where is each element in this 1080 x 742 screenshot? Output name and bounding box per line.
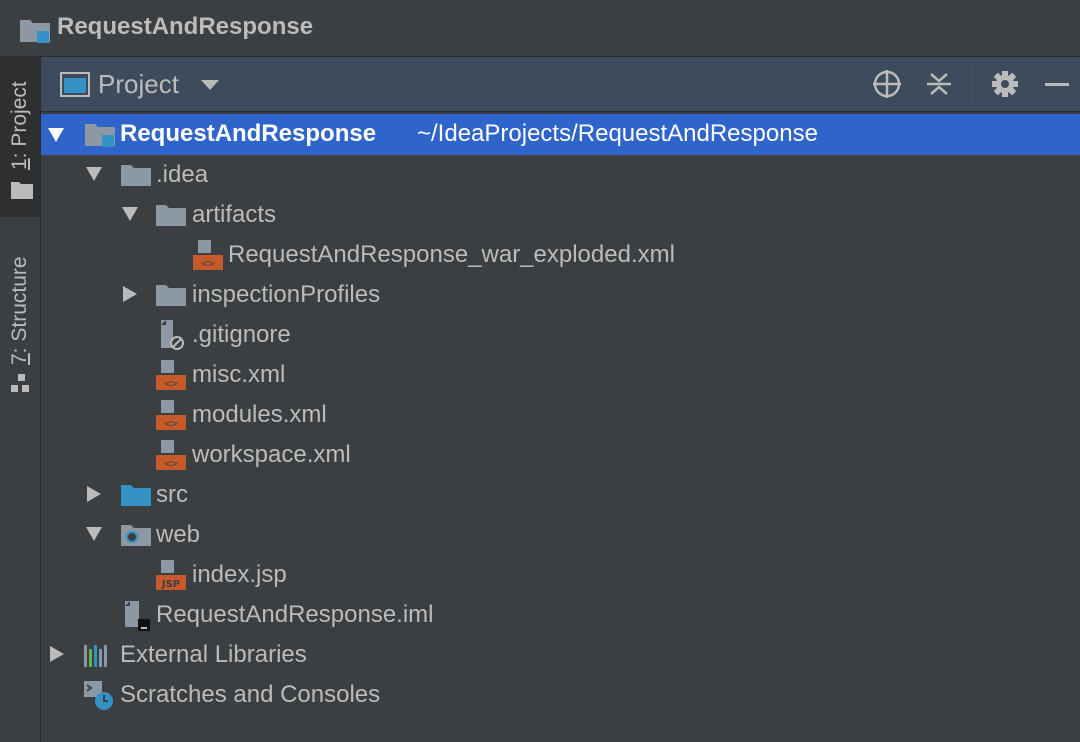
expanded-arrow-icon[interactable] [121,205,139,223]
collapsed-arrow-icon[interactable] [85,485,103,503]
tree-row-gitignore[interactable]: .gitignore [41,315,1080,355]
tree-row-index-jsp[interactable]: JSP index.jsp [41,555,1080,595]
tree-label: RequestAndResponse_war_exploded.xml [228,241,675,268]
window-title: RequestAndResponse [57,13,314,40]
tree-row-iml-file[interactable]: RequestAndResponse.iml [41,595,1080,635]
tab-project-label: : Project [8,81,31,159]
xml-file-icon: <> [193,240,223,270]
folder-icon [121,165,151,186]
collapsed-arrow-icon[interactable] [48,645,66,663]
folder-icon [11,182,33,199]
chevron-down-icon[interactable] [201,80,219,90]
tool-window-strip: 1: Project 7: Structure [0,57,41,742]
collapse-all-icon [927,73,951,95]
tree-row-idea-folder[interactable]: .idea [41,155,1080,195]
project-window-icon [60,72,90,97]
tree-label: .gitignore [192,321,291,348]
project-root-name: RequestAndResponse [120,120,377,147]
xml-file-icon: <> [156,440,186,470]
source-folder-icon [121,485,151,506]
tree-row-modules-xml[interactable]: <> modules.xml [41,395,1080,435]
tree-row-web-folder[interactable]: web [41,515,1080,555]
title-bar: RequestAndResponse [0,0,1080,57]
svg-text:<>: <> [201,257,215,270]
expanded-arrow-icon[interactable] [85,525,103,543]
expanded-arrow-icon[interactable] [47,126,65,144]
tree-row-external-libraries[interactable]: External Libraries [41,635,1080,675]
tree-row-misc-xml[interactable]: <> misc.xml [41,355,1080,395]
hide-icon [1045,83,1069,86]
project-root-path: ~/IdeaProjects/RequestAndResponse [417,120,818,147]
collapse-all-button[interactable] [923,68,955,100]
tree-label: web [156,521,201,548]
structure-icon [11,374,29,392]
settings-button[interactable] [989,68,1021,100]
svg-text:JSP: JSP [161,579,180,590]
tree-label: .idea [156,161,209,188]
project-panel-header: Project [41,57,1080,112]
module-file-icon [125,601,150,631]
project-folder-icon [20,20,50,43]
tree-row-war-exploded-xml[interactable]: <> RequestAndResponse_war_exploded.xml [41,235,1080,275]
jsp-file-icon: JSP [156,560,186,590]
xml-file-icon: <> [156,400,186,430]
locate-icon [873,70,901,98]
tree-row-scratches-consoles[interactable]: Scratches and Consoles [41,675,1080,715]
tab-structure-number: 7 [8,353,31,365]
tab-project-number: 1 [8,158,31,170]
header-separator [972,67,973,103]
library-icon [84,645,107,667]
locate-button[interactable] [871,68,903,100]
hide-panel-button[interactable] [1041,68,1073,100]
tab-structure-label: : Structure [8,256,31,354]
tab-structure[interactable]: 7: Structure [0,237,40,402]
project-tree: RequestAndResponse ~/IdeaProjects/Reques… [41,112,1080,742]
ignored-file-icon [161,320,184,350]
tree-label: workspace.xml [192,441,351,468]
gear-icon [992,71,1018,97]
folder-icon [156,205,186,226]
tree-label: index.jsp [192,561,287,588]
tree-row-project-root[interactable]: RequestAndResponse ~/IdeaProjects/Reques… [41,114,1080,155]
project-folder-icon [85,124,115,147]
tree-label: misc.xml [192,361,286,388]
svg-text:<>: <> [164,417,178,430]
xml-file-icon: <> [156,360,186,390]
collapsed-arrow-icon[interactable] [121,285,139,303]
tree-label: RequestAndResponse.iml [156,601,434,628]
panel-view-selector[interactable]: Project [98,69,179,100]
svg-text:<>: <> [164,377,178,390]
tree-row-inspection-profiles-folder[interactable]: inspectionProfiles [41,275,1080,315]
tree-label: artifacts [192,201,277,228]
folder-icon [156,285,186,306]
svg-text:<>: <> [164,457,178,470]
tree-row-artifacts-folder[interactable]: artifacts [41,195,1080,235]
tree-label: src [156,481,188,508]
tree-label: inspectionProfiles [192,281,381,308]
tree-label: modules.xml [192,401,327,428]
expanded-arrow-icon[interactable] [85,165,103,183]
scratches-icon [84,681,113,710]
tree-row-src-folder[interactable]: src [41,475,1080,515]
tree-label: External Libraries [120,641,307,668]
tab-project[interactable]: 1: Project [0,57,40,217]
tree-row-workspace-xml[interactable]: <> workspace.xml [41,435,1080,475]
tree-label: Scratches and Consoles [120,681,381,708]
web-folder-icon [121,525,151,546]
